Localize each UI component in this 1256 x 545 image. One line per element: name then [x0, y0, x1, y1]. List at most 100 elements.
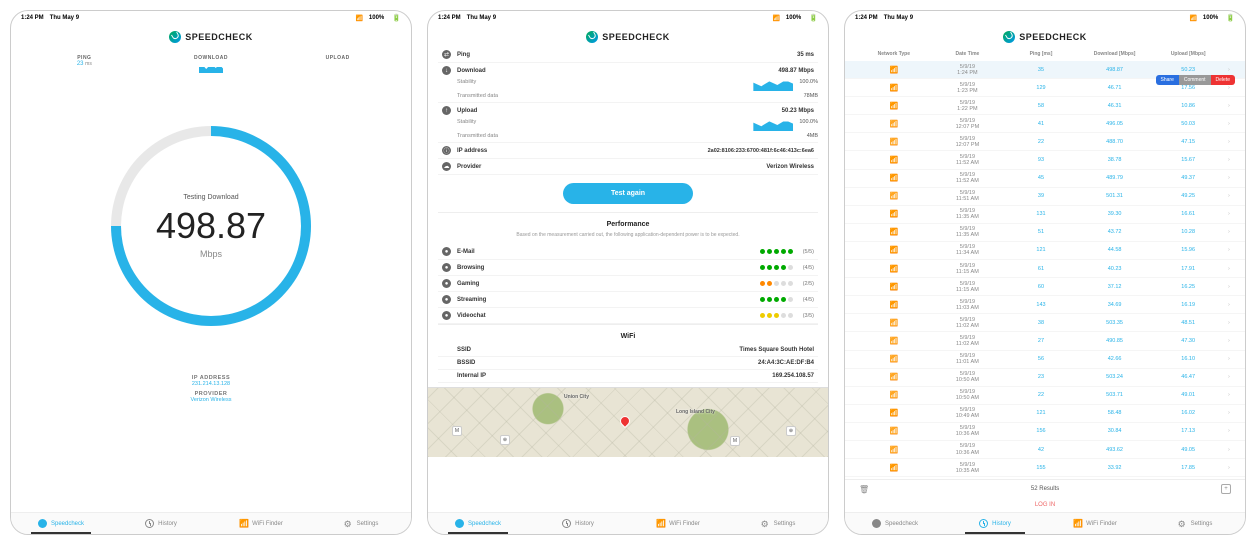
ping-icon: ⇄	[442, 50, 451, 59]
chevron-right-icon: ›	[1225, 103, 1233, 109]
history-row[interactable]: 5/9/1911:15 AM 6140.2317.91 ›	[845, 260, 1245, 278]
perf-row: ●Browsing(4/5)	[438, 260, 818, 276]
app-logo: SPEEDCHECK	[845, 25, 1245, 47]
history-row[interactable]: 5/9/191:22 PM 5846.3110.86 ›	[845, 97, 1245, 115]
add-button[interactable]: +	[1221, 484, 1231, 494]
metrics-row: PING 23 ms DOWNLOAD UPLOAD	[21, 47, 401, 81]
chevron-right-icon: ›	[1225, 428, 1233, 434]
history-row[interactable]: 5/9/1911:52 AM 45489.7949.37 ›	[845, 170, 1245, 188]
perf-row: ●E-Mail(5/5)	[438, 244, 818, 260]
tab-history[interactable]: History	[528, 513, 628, 534]
history-row[interactable]: 5/9/1911:34 AM 12144.5815.96 ›	[845, 242, 1245, 260]
provider-value: Verizon Wireless	[21, 397, 401, 403]
history-row[interactable]: 5/9/1912:07 PM 41496.0550.03 ›	[845, 115, 1245, 133]
wifi-header: WiFi	[438, 324, 818, 344]
trash-button[interactable]	[859, 485, 869, 494]
gauge-unit: Mbps	[200, 249, 222, 259]
wifi-icon	[889, 194, 898, 200]
history-row[interactable]: 5/9/1912:07 PM 22488.7047.15 ›	[845, 133, 1245, 151]
bottom-nav: Speedcheck History WiFi Finder Settings	[428, 512, 828, 534]
device-2-results: 1:24 PMThu May 9 📶100% SPEEDCHECK ⇄ Ping…	[427, 10, 829, 535]
delete-button[interactable]: Delete	[1211, 75, 1235, 85]
wifi-info-row: BSSID24:A4:3C:AE:DF:B4	[438, 357, 818, 370]
chevron-right-icon: ›	[1225, 374, 1233, 380]
history-row[interactable]: 5/9/1910:50 AM 22503.7149.01 ›	[845, 387, 1245, 405]
chevron-right-icon: ›	[1225, 193, 1233, 199]
download-icon: ↓	[442, 66, 451, 75]
history-nav-icon	[145, 519, 154, 528]
tab-wifi-finder[interactable]: WiFi Finder	[628, 513, 728, 534]
tab-wifi-finder[interactable]: WiFi Finder	[211, 513, 311, 534]
wifi-map[interactable]: Union City Long Island City M ⊕ ⊕ M	[428, 387, 828, 457]
chevron-right-icon: ›	[1225, 85, 1233, 91]
test-again-button[interactable]: Test again	[563, 183, 693, 204]
tab-history[interactable]: History	[945, 513, 1045, 534]
cell-icon	[889, 303, 898, 309]
status-bar: 1:24 PMThu May 9 📶100%	[11, 11, 411, 25]
download-sparkline-icon	[199, 63, 223, 73]
chevron-right-icon: ›	[1225, 211, 1233, 217]
perf-row: ●Gaming(2/5)	[438, 276, 818, 292]
history-row[interactable]: 5/9/1911:35 AM 5143.7210.28 ›	[845, 224, 1245, 242]
history-row[interactable]: 5/9/1911:15 AM 6037.1216.25 ›	[845, 278, 1245, 296]
chevron-right-icon: ›	[1225, 447, 1233, 453]
wifi-icon	[889, 122, 898, 128]
cell-icon	[889, 411, 898, 417]
speedcheck-nav-icon	[872, 519, 881, 528]
wifi-info-row: SSIDTimes Square South Hotel	[438, 344, 818, 357]
row-action-bar: Share Comment Delete	[1156, 75, 1235, 85]
wifi-icon	[889, 321, 898, 327]
tab-history[interactable]: History	[111, 513, 211, 534]
chevron-right-icon: ›	[1225, 410, 1233, 416]
tab-speedcheck[interactable]: Speedcheck	[11, 513, 111, 534]
tab-settings[interactable]: Settings	[1145, 513, 1245, 534]
history-row[interactable]: 5/9/1911:35 AM 13139.3016.61 ›	[845, 206, 1245, 224]
row-ping: ⇄ Ping 35 ms	[438, 47, 818, 63]
tab-settings[interactable]: Settings	[728, 513, 828, 534]
history-row[interactable]: 5/9/1910:50 AM 23503.2446.47 ›	[845, 369, 1245, 387]
history-row[interactable]: 5/9/1910:49 AM 12158.4816.02 ›	[845, 405, 1245, 423]
chevron-right-icon: ›	[1225, 67, 1233, 73]
cell-icon	[889, 285, 898, 291]
tab-wifi-finder[interactable]: WiFi Finder	[1045, 513, 1145, 534]
wifi-icon	[889, 375, 898, 381]
history-row[interactable]: 5/9/1910:35 AM 15533.9217.85 ›	[845, 459, 1245, 477]
history-row[interactable]: 5/9/1911:01 AM 5642.6616.10 ›	[845, 351, 1245, 369]
history-row[interactable]: 5/9/1911:51 AM 39501.3149.25 ›	[845, 188, 1245, 206]
chevron-right-icon: ›	[1225, 302, 1233, 308]
download-graph-icon	[753, 79, 793, 91]
wifi-nav-icon	[239, 519, 248, 528]
performance-subtitle: Based on the measurement carried out, th…	[438, 232, 818, 244]
history-nav-icon	[979, 519, 988, 528]
map-pin-icon	[618, 414, 632, 428]
history-row[interactable]: 5/9/1911:03 AM 14334.6916.19 ›	[845, 296, 1245, 314]
gauge-status-text: Testing Download	[183, 194, 238, 201]
perf-icon: ●	[442, 311, 451, 320]
history-row[interactable]: 5/9/1911:52 AM 9338.7815.67 ›	[845, 151, 1245, 169]
comment-button[interactable]: Comment	[1179, 75, 1211, 85]
chevron-right-icon: ›	[1225, 139, 1233, 145]
chevron-right-icon: ›	[1225, 356, 1233, 362]
bottom-nav: Speedcheck History WiFi Finder Settings	[11, 512, 411, 534]
share-button[interactable]: Share	[1156, 75, 1179, 85]
tab-speedcheck[interactable]: Speedcheck	[428, 513, 528, 534]
history-row[interactable]: 5/9/1911:02 AM 27490.8547.30 ›	[845, 332, 1245, 350]
history-row[interactable]: 5/9/1910:36 AM 15630.8417.13 ›	[845, 423, 1245, 441]
ip-icon: ⓘ	[442, 146, 451, 155]
metric-ping: PING 23 ms	[21, 55, 148, 73]
row-upload: ↑ Upload 50.23 Mbps	[438, 103, 818, 118]
performance-header: Performance	[438, 212, 818, 232]
bottom-nav: Speedcheck History WiFi Finder Settings	[845, 512, 1245, 534]
history-row[interactable]: 5/9/1910:36 AM 42493.6249.05 ›	[845, 441, 1245, 459]
app-logo: SPEEDCHECK	[11, 25, 411, 47]
cell-icon	[889, 466, 898, 472]
speedcheck-icon	[169, 31, 181, 43]
status-bar: 1:24 PMThu May 9 📶100%	[845, 11, 1245, 25]
tab-settings[interactable]: Settings	[311, 513, 411, 534]
tab-speedcheck[interactable]: Speedcheck	[845, 513, 945, 534]
history-row[interactable]: 5/9/1911:02 AM 38503.3548.51 ›	[845, 314, 1245, 332]
chevron-right-icon: ›	[1225, 175, 1233, 181]
cell-icon	[889, 230, 898, 236]
login-button[interactable]: LOG IN	[845, 498, 1245, 512]
wifi-icon	[889, 448, 898, 454]
